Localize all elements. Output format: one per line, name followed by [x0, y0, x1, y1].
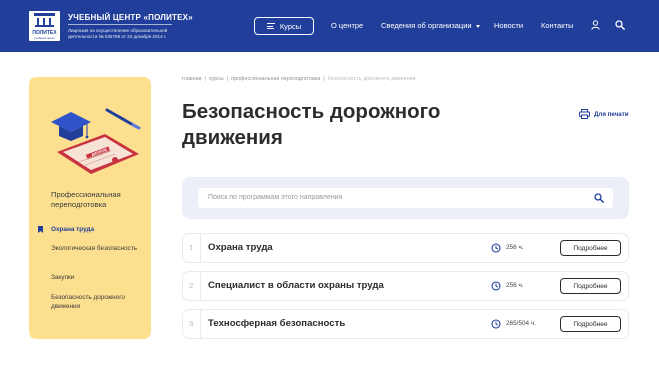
course-divider	[200, 234, 201, 262]
search-icon[interactable]	[594, 193, 604, 203]
search-panel: Поиск по программам этого направления	[182, 177, 629, 219]
course-row[interactable]: 2 Специалист в области охраны труда 256 …	[182, 271, 629, 301]
nav-org-info[interactable]: Сведения об организации	[381, 21, 480, 30]
logo-sub: учебный центр	[34, 36, 55, 40]
course-name[interactable]: Специалист в области охраны труда	[208, 280, 384, 291]
courses-label: Курсы	[279, 21, 302, 31]
course-hours: 265/504 ч.	[506, 320, 536, 327]
site-header: ПОЛИТЕХ учебный центр УЧЕБНЫЙ ЦЕНТР «ПОЛ…	[0, 0, 659, 52]
nav-contacts[interactable]: Контакты	[541, 21, 573, 30]
logo-columns	[35, 15, 54, 27]
sidebar-item-purchases[interactable]: Закупки	[51, 273, 141, 282]
print-label: Для печати	[594, 110, 629, 118]
logo[interactable]: ПОЛИТЕХ учебный центр	[29, 11, 60, 41]
details-button[interactable]: Подробнее	[560, 316, 621, 332]
breadcrumb-current: безопасность дорожного движения	[327, 76, 416, 82]
sidebar: ДИПЛОМ Профессиональная переподготовка О…	[29, 77, 151, 339]
program-search-input[interactable]: Поиск по программам этого направления	[198, 188, 613, 208]
brand-title: УЧЕБНЫЙ ЦЕНТР «ПОЛИТЕХ»	[68, 13, 193, 22]
printer-icon	[579, 109, 590, 119]
license-text: Лицензия на осуществление образовательно…	[68, 28, 168, 39]
course-name[interactable]: Техносферная безопасность	[208, 318, 345, 329]
course-number: 3	[189, 319, 194, 328]
nav-news[interactable]: Новости	[494, 21, 523, 30]
course-name[interactable]: Охрана труда	[208, 242, 273, 253]
course-row[interactable]: 3 Техносферная безопасность 265/504 ч. П…	[182, 309, 629, 339]
details-button[interactable]: Подробнее	[560, 278, 621, 294]
breadcrumb-separator: |	[226, 76, 229, 82]
chevron-down-icon	[475, 24, 480, 28]
course-row[interactable]: 1 Охрана труда 256 ч. Подробнее	[182, 233, 629, 263]
user-icon[interactable]	[591, 20, 600, 30]
breadcrumb-separator: |	[204, 76, 207, 82]
sidebar-item-road-safety[interactable]: Безопасность дорожного движения	[51, 293, 141, 311]
search-placeholder: Поиск по программам этого направления	[208, 194, 343, 201]
bookmark-icon	[38, 226, 43, 233]
course-hours: 256 ч.	[506, 282, 524, 289]
sidebar-item-ecology[interactable]: Экологическая безопасность	[51, 244, 141, 253]
breadcrumb-category[interactable]: профессиональная переподготовка	[231, 76, 320, 82]
page-title: Безопасность дорожного движения	[182, 100, 441, 149]
course-hours: 256 ч.	[506, 244, 524, 251]
breadcrumb-separator: |	[323, 76, 325, 82]
sidebar-item-ohrana-truda[interactable]: Охрана труда	[51, 225, 141, 234]
course-number: 1	[189, 243, 194, 252]
details-button[interactable]: Подробнее	[560, 240, 621, 256]
brand-divider	[68, 24, 172, 25]
courses-button[interactable]: Курсы	[254, 17, 314, 35]
nav-about[interactable]: О центре	[331, 21, 363, 30]
breadcrumb: главная | курсы | профессиональная переподго…	[182, 76, 416, 82]
print-link[interactable]: Для печати	[579, 109, 629, 119]
course-divider	[200, 272, 201, 300]
menu-icon	[266, 23, 275, 29]
sidebar-category-title: Профессиональная переподготовка	[51, 190, 121, 209]
diploma-illustration: ДИПЛОМ	[51, 108, 141, 174]
clock-icon	[491, 281, 501, 291]
clock-icon	[491, 319, 501, 329]
search-icon[interactable]	[615, 20, 625, 30]
nav-org-info-label: Сведения об организации	[381, 21, 472, 30]
clock-icon	[491, 243, 501, 253]
course-divider	[200, 310, 201, 338]
course-number: 2	[189, 281, 194, 290]
breadcrumb-home[interactable]: главная	[182, 76, 202, 82]
breadcrumb-courses[interactable]: курсы	[209, 76, 224, 82]
